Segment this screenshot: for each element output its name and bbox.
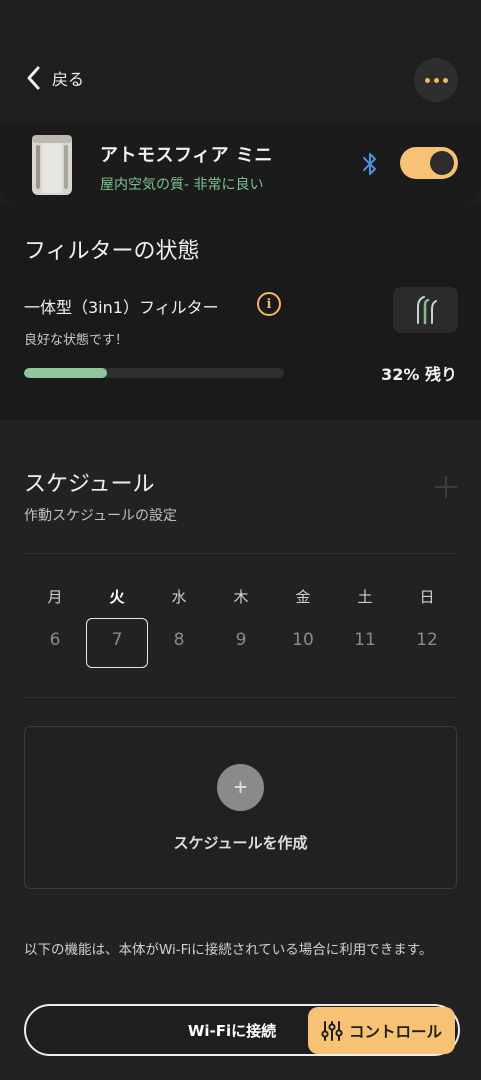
weekday-text: 日 (419, 588, 435, 606)
weekday-label: 火 (86, 586, 148, 607)
weekday-label: 月 (24, 586, 86, 607)
schedule-subtitle: 作動スケジュールの設定 (24, 508, 178, 524)
calendar-date[interactable]: 6 (24, 630, 86, 650)
weekday-label: 土 (334, 586, 396, 607)
date-text: 8 (173, 630, 185, 650)
filter-icon (393, 287, 458, 333)
calendar-date[interactable]: 10 (272, 630, 334, 650)
toggle-knob (430, 151, 454, 175)
weekday-text: 水 (171, 588, 187, 606)
calendar-date[interactable]: 11 (334, 630, 396, 650)
control-button[interactable]: コントロール (308, 1007, 455, 1054)
date-text: 7 (111, 630, 123, 650)
filter-remaining-label: 32% 残り (381, 365, 457, 384)
calendar-date[interactable]: 9 (210, 630, 272, 650)
add-schedule-plus-icon[interactable] (433, 474, 459, 500)
back-button[interactable]: 戻る (24, 64, 84, 92)
date-text: 10 (292, 630, 314, 650)
calendar-date[interactable]: 8 (148, 630, 210, 650)
info-icon[interactable]: i (257, 292, 281, 316)
wifi-requirement-note: 以下の機能は、本体がWi-Fiに接続されている場合に利用できます。 (24, 942, 433, 958)
weekday-text: 木 (233, 588, 249, 606)
filter-cartridge-icon (416, 296, 437, 325)
bluetooth-icon (363, 153, 376, 175)
device-name: アトモスフィア ミニ (100, 145, 273, 166)
weekday-text: 月 (47, 588, 63, 606)
weekday-label: 金 (272, 586, 334, 607)
more-dot (433, 77, 439, 83)
date-text: 11 (354, 630, 376, 650)
control-label: コントロール (348, 1022, 442, 1041)
filter-progress-bar (24, 368, 284, 378)
filter-state-text: 良好な状態です！ (24, 333, 129, 348)
chevron-left-icon (27, 66, 40, 90)
filter-progress-fill (24, 368, 108, 378)
weekday-label: 水 (148, 586, 210, 607)
divider (24, 697, 457, 698)
divider (24, 553, 457, 554)
date-text: 6 (49, 630, 61, 650)
filter-type-label: 一体型（3in1）フィルター (24, 298, 219, 317)
calendar-date[interactable]: 7 (86, 630, 148, 650)
weekday-text: 土 (357, 588, 373, 606)
back-label: 戻る (52, 70, 85, 89)
create-schedule-label[interactable]: スケジュールを作成 (0, 832, 481, 853)
weekday-text: 金 (295, 588, 311, 606)
calendar-date[interactable]: 12 (396, 630, 458, 650)
more-dot (442, 77, 448, 83)
filter-status-title: フィルターの状態 (24, 239, 200, 264)
connect-wifi-label: Wi-Fiに接続 (187, 1021, 277, 1040)
date-text: 9 (235, 630, 247, 650)
schedule-title: スケジュール (24, 472, 155, 497)
air-purifier-image (32, 135, 72, 195)
power-toggle[interactable] (400, 147, 458, 179)
more-options-button[interactable] (414, 58, 458, 102)
weekday-text: 火 (109, 588, 125, 606)
create-schedule-plus-button[interactable]: + (217, 764, 264, 811)
weekday-label: 木 (210, 586, 272, 607)
air-quality-status: 屋内空気の質- 非常に良い (100, 177, 264, 193)
date-text: 12 (416, 630, 438, 650)
sliders-icon (321, 1020, 343, 1041)
weekday-label: 日 (396, 586, 458, 607)
more-dots-icon (424, 77, 430, 83)
